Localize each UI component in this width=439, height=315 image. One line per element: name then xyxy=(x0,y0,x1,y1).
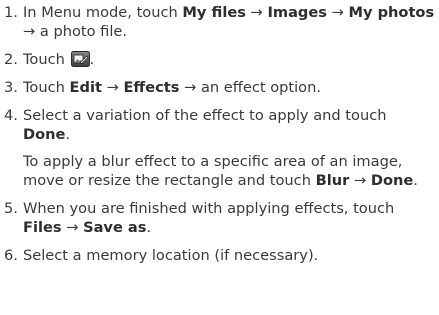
arrow-text: → xyxy=(349,172,371,189)
step-text: Select a variation of the effect to appl… xyxy=(23,107,387,124)
step-text: Touch xyxy=(23,79,70,96)
menu-term-done: Done xyxy=(370,172,414,189)
step-1: 1. In Menu mode, touch My files → Images… xyxy=(4,3,436,41)
step-2: 2. Touch . xyxy=(4,50,436,69)
step-number: 1. xyxy=(4,4,18,21)
step-number: 2. xyxy=(4,51,18,68)
step-text: Select a memory location (if necessary). xyxy=(23,247,319,264)
step-text: When you are finished with applying effe… xyxy=(23,200,395,217)
menu-term-effects: Effects xyxy=(123,79,180,96)
step-number: 5. xyxy=(4,200,18,217)
arrow-text: → xyxy=(245,4,268,21)
menu-term-edit: Edit xyxy=(69,79,102,96)
step-text: . xyxy=(65,126,71,143)
step-4: 4. Select a variation of the effect to a… xyxy=(4,106,436,190)
step-text: → a photo file. xyxy=(23,23,128,40)
step-number: 3. xyxy=(4,79,18,96)
step-text: . xyxy=(146,219,152,236)
arrow-text: → xyxy=(61,219,84,236)
menu-term-files: Files xyxy=(23,219,62,236)
step-text: In Menu mode, touch xyxy=(23,4,183,21)
step-number: 6. xyxy=(4,247,18,264)
menu-term-my-files: My files xyxy=(182,4,246,21)
step-3: 3. Touch Edit → Effects → an effect opti… xyxy=(4,78,436,97)
note-text: . xyxy=(413,172,418,189)
arrow-text: → xyxy=(101,79,124,96)
instruction-list: 1. In Menu mode, touch My files → Images… xyxy=(4,3,436,274)
step-text: → an effect option. xyxy=(179,79,321,96)
step-number: 4. xyxy=(4,107,18,124)
arrow-text: → xyxy=(326,4,349,21)
menu-term-images: Images xyxy=(267,4,327,21)
menu-term-done: Done xyxy=(23,126,66,143)
step-6: 6. Select a memory location (if necessar… xyxy=(4,246,436,265)
menu-term-blur: Blur xyxy=(315,172,350,189)
step-text: Touch xyxy=(23,51,70,68)
menu-term-save-as: Save as xyxy=(83,219,147,236)
step-5: 5. When you are finished with applying e… xyxy=(4,199,436,237)
menu-term-my-photos: My photos xyxy=(348,4,435,21)
edit-photo-icon xyxy=(70,51,90,67)
step-text: . xyxy=(89,51,95,68)
step-4-note: To apply a blur effect to a specific are… xyxy=(23,152,436,190)
